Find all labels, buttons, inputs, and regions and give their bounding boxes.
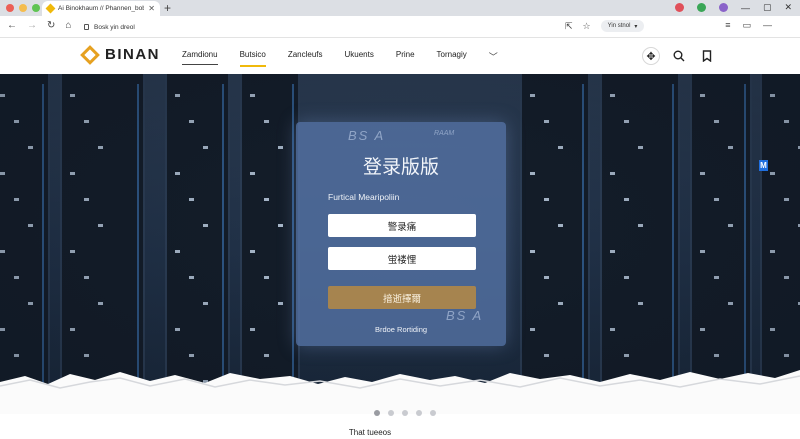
browser-tab[interactable]: Ai Binokhaum // Phannen_bobyn ✕ <box>42 1 160 16</box>
address-bar-row: ← → ↻ ⌂ Bosk yin dreol ⇱ ☆ Yin stnol ▾ ≡… <box>0 16 800 38</box>
card-watermark-small: RAAM <box>434 130 455 137</box>
extension-green-icon[interactable] <box>696 3 706 12</box>
header-icons: ✥ <box>642 47 716 65</box>
nav-item-1[interactable]: Zamdionu <box>182 50 218 65</box>
url-text: Bosk yin dreol <box>94 23 135 31</box>
bookmark-icon[interactable] <box>698 47 716 65</box>
tab-title: Ai Binokhaum // Phannen_bobyn <box>58 5 145 12</box>
nav-item-2[interactable]: Butsico <box>239 50 267 67</box>
new-tab-button[interactable]: + <box>164 1 171 15</box>
secondary-login-button[interactable]: 蛍褛悝 <box>328 247 476 270</box>
site-favicon-icon <box>45 3 56 14</box>
forward-arrow-icon[interactable]: → <box>27 20 37 31</box>
window-controls <box>6 4 40 12</box>
pager-dot[interactable] <box>374 410 380 416</box>
card-footer-link[interactable]: Brdoe Rortiding <box>296 325 506 334</box>
maximize-window-button[interactable] <box>32 4 40 12</box>
primary-login-button[interactable]: 警录痛 <box>328 214 476 237</box>
gold-action-button[interactable]: 揞逝擇爾 <box>328 286 476 309</box>
pager-dot[interactable] <box>402 410 408 416</box>
side-badge[interactable]: M <box>759 160 768 171</box>
nav-item-3[interactable]: Zancleufs <box>288 50 323 65</box>
minimize-icon[interactable]: — <box>741 3 750 13</box>
more-icon[interactable]: — <box>763 20 772 31</box>
nav-more-chevron-icon[interactable]: ﹀ <box>489 50 498 65</box>
toolbar-actions: ≡ ▭ — <box>725 20 772 31</box>
card-watermark-bottom: BS A <box>446 308 484 323</box>
site-logo[interactable]: BINAN <box>80 44 160 65</box>
site-header: BINAN Zamdionu Butsico Zancleufs Ukuents… <box>0 38 800 74</box>
section-title: That tueeos <box>348 428 392 437</box>
chevron-down-icon: ▾ <box>634 23 638 30</box>
bookmark-star-icon[interactable]: ☆ <box>583 21 591 32</box>
lock-icon <box>84 24 89 30</box>
pager-dot[interactable] <box>416 410 422 416</box>
hero-banner: M BS A RAAM BS A 登录版版 Furtical Mearipoli… <box>0 74 800 409</box>
reload-icon[interactable]: ↻ <box>47 20 55 31</box>
pager-dot[interactable] <box>430 410 436 416</box>
home-icon[interactable]: ⌂ <box>65 20 71 31</box>
card-watermark-top: BS A <box>348 128 386 143</box>
main-nav: Zamdionu Butsico Zancleufs Ukuents Prine… <box>182 50 498 67</box>
restore-icon[interactable]: ▢ <box>763 2 772 13</box>
back-arrow-icon[interactable]: ← <box>7 20 17 31</box>
browser-tab-bar: Ai Binokhaum // Phannen_bobyn ✕ + — ▢ ✕ <box>0 0 800 16</box>
nav-item-4[interactable]: Ukuents <box>345 50 374 65</box>
logo-diamond-icon <box>80 44 100 65</box>
url-field[interactable]: Bosk yin dreol <box>84 20 584 34</box>
extension-purple-icon[interactable] <box>718 3 728 12</box>
card-title: 登录版版 <box>362 156 439 178</box>
search-icon[interactable] <box>670 47 688 65</box>
move-arrows-icon[interactable]: ✥ <box>642 47 660 65</box>
browser-window-actions: — ▢ ✕ <box>674 2 792 13</box>
extension-red-icon[interactable] <box>674 3 684 12</box>
nav-item-6[interactable]: Tornagiy <box>437 50 467 65</box>
logo-text: BINAN <box>105 46 160 63</box>
profile-label: Yin stnol <box>607 23 631 29</box>
menu-lines-icon[interactable]: ≡ <box>725 20 730 31</box>
carousel-pager <box>374 410 436 416</box>
torn-paper-edge <box>0 370 800 414</box>
profile-chip[interactable]: Yin stnol ▾ <box>600 20 645 32</box>
close-tab-icon[interactable]: ✕ <box>148 4 155 13</box>
sidebar-icon[interactable]: ▭ <box>742 20 751 31</box>
minimize-window-button[interactable] <box>19 4 27 12</box>
nav-item-5[interactable]: Prine <box>396 50 415 65</box>
close-icon[interactable]: ✕ <box>784 2 792 13</box>
card-subtitle: Furtical Mearipoliin <box>328 192 400 202</box>
share-icon[interactable]: ⇱ <box>565 21 573 32</box>
close-window-button[interactable] <box>6 4 14 12</box>
pager-dot[interactable] <box>388 410 394 416</box>
nav-buttons: ← → ↻ ⌂ <box>7 20 71 31</box>
login-card: BS A RAAM BS A 登录版版 Furtical Mearipoliin… <box>296 122 506 346</box>
address-actions: ⇱ ☆ Yin stnol ▾ <box>565 20 645 32</box>
